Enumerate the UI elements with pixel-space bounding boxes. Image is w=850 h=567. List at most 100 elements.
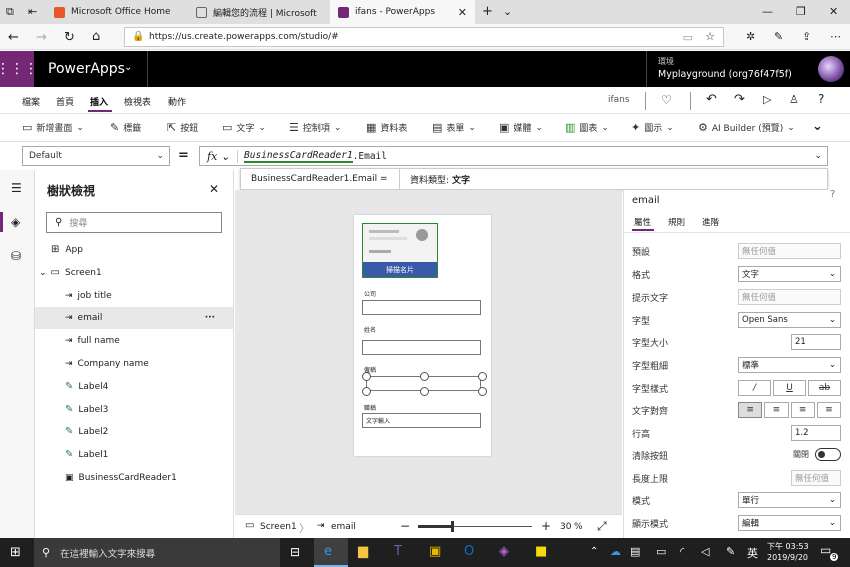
prop-mode-dropdown[interactable]: 單行 ⌄	[738, 492, 841, 508]
favorite-star-icon[interactable]: ☆	[705, 31, 715, 42]
prop-hint-text-input[interactable]: 無任何值	[738, 289, 841, 305]
forms-button[interactable]: ▤ 表單 ⌄	[432, 121, 476, 134]
file-explorer-icon[interactable]: ▆	[358, 545, 368, 558]
prop-default-input[interactable]: 無任何值	[738, 243, 841, 259]
refresh-icon[interactable]: ↻	[64, 31, 75, 44]
prop-format-dropdown[interactable]: 文字 ⌄	[738, 266, 841, 282]
tab-office-home[interactable]: Microsoft Office Home	[46, 0, 186, 24]
clear-button-toggle[interactable]	[815, 448, 841, 461]
tree-item-full-name[interactable]: ⇥ full name	[35, 330, 233, 352]
tree-item-label3[interactable]: ✎ Label3	[35, 399, 233, 421]
volume-icon[interactable]: ◁	[701, 546, 709, 557]
home-icon[interactable]: ⌂	[92, 30, 100, 43]
scan-card-button[interactable]: 掃描名片	[363, 262, 437, 277]
name-input[interactable]	[362, 340, 481, 355]
onedrive-icon[interactable]: ☁	[610, 546, 621, 557]
ai-builder-button[interactable]: ⚙ AI Builder (預覽) ⌄	[698, 121, 795, 134]
task-view-icon[interactable]: ⊟	[290, 546, 300, 558]
tree-item-label4[interactable]: ✎ Label4	[35, 376, 233, 398]
resize-handle[interactable]	[420, 387, 429, 396]
share-user-icon[interactable]: ♙	[789, 94, 799, 105]
menu-view[interactable]: 檢視表	[124, 95, 151, 108]
text-button[interactable]: ▭ 文字 ⌄	[222, 121, 266, 134]
job-title-input[interactable]: 文字輸入	[362, 413, 481, 428]
tab-flow[interactable]: 編輯您的流程 | Microsoft Flo	[188, 0, 328, 24]
icons-button[interactable]: ✦ 圖示 ⌄	[631, 121, 674, 134]
strikethrough-button[interactable]: ab	[808, 380, 841, 396]
menu-insert[interactable]: 插入	[90, 95, 108, 108]
formula-bar[interactable]: fx ⌄ BusinessCardReader1 .Email ⌄	[199, 146, 828, 166]
close-window-icon[interactable]: ✕	[829, 6, 838, 17]
resize-handle[interactable]	[420, 372, 429, 381]
tree-item-screen[interactable]: ⌄ ▭ Screen1	[35, 262, 233, 284]
app-screen[interactable]: 掃描名片 公司 姓名 僱稱 職稱 文字輸入	[354, 215, 491, 456]
prop-font-weight-dropdown[interactable]: 標準 ⌄	[738, 357, 841, 373]
fit-to-window-icon[interactable]: ⤢	[597, 520, 607, 532]
tree-item-company-name[interactable]: ⇥ Company name	[35, 353, 233, 375]
tab-properties[interactable]: 屬性	[634, 216, 651, 228]
underline-button[interactable]: U	[773, 380, 806, 396]
breadcrumb-screen[interactable]: Screen1	[260, 522, 297, 532]
tab-powerapps[interactable]: ifans - PowerApps ✕	[330, 0, 475, 24]
menu-file[interactable]: 檔案	[22, 95, 40, 108]
prop-display-mode-dropdown[interactable]: 編輯 ⌄	[738, 515, 841, 531]
align-center-icon[interactable]: ≡	[764, 402, 789, 418]
forward-icon[interactable]: →	[36, 31, 47, 44]
address-bar[interactable]: 🔒 https://us.create.powerapps.com/studio…	[124, 27, 724, 47]
more-icon[interactable]: ⋯	[830, 31, 841, 42]
database-icon[interactable]: ⛁	[11, 250, 21, 262]
reading-view-icon[interactable]: ▭	[683, 32, 693, 43]
prop-max-length-input[interactable]: 無任何值	[791, 470, 841, 486]
photos-icon[interactable]: ▣	[429, 545, 441, 558]
environment-name[interactable]: Myplayground (org76f47f5f)	[658, 69, 792, 80]
sticky-notes-icon[interactable]: ■	[535, 545, 547, 558]
resize-handle[interactable]	[362, 387, 371, 396]
menu-home[interactable]: 首頁	[56, 95, 74, 108]
chevron-down-icon[interactable]: ⌄	[503, 6, 512, 17]
resize-handle[interactable]	[478, 372, 487, 381]
help-icon[interactable]: ?	[830, 190, 835, 200]
align-left-icon[interactable]: ≡	[738, 402, 763, 418]
undo-icon[interactable]: ↶	[706, 93, 717, 106]
redo-icon[interactable]: ↷	[734, 93, 745, 106]
chevron-down-icon[interactable]: ⌄	[124, 63, 132, 73]
prop-font-size-input[interactable]: 21	[791, 334, 841, 350]
more-options-icon[interactable]: ···	[205, 313, 215, 323]
italic-button[interactable]: /	[738, 380, 771, 396]
prop-line-height-input[interactable]: 1.2	[791, 425, 841, 441]
tree-item-job-title[interactable]: ⇥ job title	[35, 285, 233, 307]
pen-icon[interactable]: ✎	[774, 31, 783, 42]
email-input-selected[interactable]	[362, 372, 487, 396]
clock-date[interactable]: 2019/9/20	[767, 553, 808, 562]
media-button[interactable]: ▣ 媒體 ⌄	[499, 121, 543, 134]
charts-button[interactable]: ▥ 圖表 ⌄	[565, 121, 609, 134]
app-checker-icon[interactable]: ♡	[661, 94, 672, 106]
hamburger-icon[interactable]: ☰	[11, 182, 22, 194]
battery-icon[interactable]: ▭	[656, 546, 666, 557]
menu-action[interactable]: 動作	[168, 95, 186, 108]
teams-icon[interactable]: T	[394, 545, 402, 558]
property-dropdown[interactable]: Default ⌄	[22, 146, 170, 166]
back-icon[interactable]: ←	[8, 31, 19, 44]
business-card-reader[interactable]: 掃描名片	[362, 223, 438, 278]
share-icon[interactable]: ⇪	[802, 31, 811, 42]
tree-item-email[interactable]: ⇥ email ···	[35, 307, 233, 329]
app-launcher-icon[interactable]: ⋮⋮⋮	[0, 51, 38, 87]
tree-item-label1[interactable]: ✎ Label1	[35, 444, 233, 466]
ime-indicator[interactable]: 英	[747, 545, 758, 561]
restore-icon[interactable]: ❐	[796, 6, 806, 17]
chevron-up-icon[interactable]: ⌃	[590, 547, 598, 557]
prop-font-dropdown[interactable]: Open Sans ⌄	[738, 312, 841, 328]
tab-rules[interactable]: 規則	[668, 216, 685, 228]
network-icon[interactable]: ▤	[630, 546, 640, 557]
avatar[interactable]	[818, 56, 844, 82]
play-icon[interactable]: ▷	[763, 94, 771, 105]
tree-item-label2[interactable]: ✎ Label2	[35, 421, 233, 443]
zoom-slider[interactable]	[418, 521, 532, 532]
tab-advanced[interactable]: 進階	[702, 216, 719, 228]
tree-item-app[interactable]: ⊞ App	[35, 239, 233, 261]
data-table-button[interactable]: ▦ 資料表	[366, 121, 407, 134]
new-screen-button[interactable]: ▭ 新增畫面 ⌄	[22, 121, 84, 134]
close-icon[interactable]: ✕	[209, 183, 219, 195]
zoom-slider-thumb[interactable]	[451, 521, 454, 532]
